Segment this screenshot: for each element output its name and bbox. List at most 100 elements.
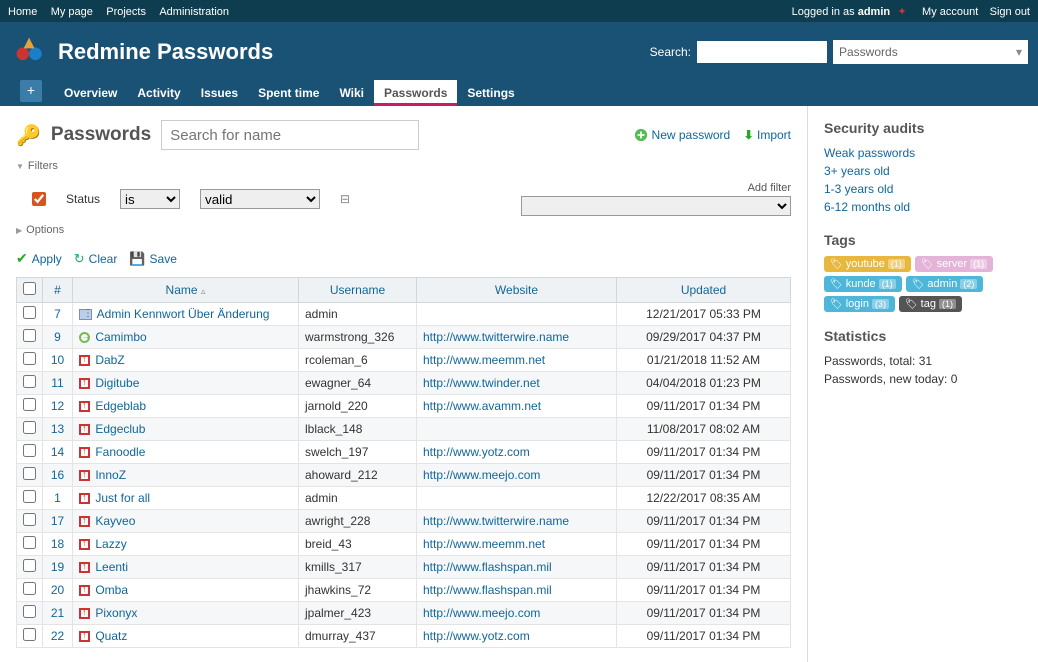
name-search-input[interactable] [161,120,419,150]
row-id-link[interactable]: 17 [51,514,64,528]
status-value-select[interactable]: valid [200,189,320,209]
apply-link[interactable]: ✔Apply [16,250,62,267]
row-checkbox[interactable] [23,536,36,549]
status-filter-checkbox[interactable] [32,192,46,206]
row-id-link[interactable]: 19 [51,560,64,574]
row-name-link[interactable]: DabZ [95,353,124,367]
tag-badge[interactable]: 🏷youtube (1) [824,256,911,272]
website-link[interactable]: http://www.twinder.net [423,376,540,390]
select-all-checkbox[interactable] [23,282,36,295]
filters-toggle[interactable]: ▼Filters [16,160,791,172]
nav-home[interactable]: Home [8,6,37,18]
row-id-link[interactable]: 9 [54,330,61,344]
row-checkbox[interactable] [23,329,36,342]
website-link[interactable]: http://www.yotz.com [423,629,530,643]
tab-spent[interactable]: Spent time [248,80,329,106]
tag-badge[interactable]: 🏷tag (1) [899,296,962,312]
tab-overview[interactable]: Overview [54,80,127,106]
row-name-link[interactable]: Fanoodle [95,445,145,459]
row-id-link[interactable]: 22 [51,629,64,643]
tag-badge[interactable]: 🏷kunde (1) [824,276,902,292]
row-id-link[interactable]: 13 [51,422,64,436]
website-link[interactable]: http://www.twitterwire.name [423,514,569,528]
row-checkbox[interactable] [23,559,36,572]
save-link[interactable]: 💾Save [129,251,177,267]
row-name-link[interactable]: Digitube [95,376,139,390]
row-checkbox[interactable] [23,375,36,388]
row-checkbox[interactable] [23,628,36,641]
row-id-link[interactable]: 11 [51,376,63,390]
website-link[interactable]: http://www.avamm.net [423,399,541,413]
row-id-link[interactable]: 1 [54,491,61,505]
website-link[interactable]: http://www.meemm.net [423,353,545,367]
nav-sign-out[interactable]: Sign out [990,6,1030,18]
audit-link[interactable]: 6-12 months old [824,198,1022,216]
tab-passwords[interactable]: Passwords [374,80,457,106]
row-id-link[interactable]: 12 [51,399,64,413]
tab-settings[interactable]: Settings [457,80,524,106]
row-name-link[interactable]: Pixonyx [95,606,137,620]
row-id-link[interactable]: 18 [51,537,64,551]
row-name-link[interactable]: Quatz [95,629,127,643]
row-checkbox[interactable] [23,467,36,480]
row-checkbox[interactable] [23,352,36,365]
tab-issues[interactable]: Issues [191,80,248,106]
tag-badge[interactable]: 🏷server (1) [915,256,993,272]
website-link[interactable]: http://www.twitterwire.name [423,330,569,344]
row-name-link[interactable]: Kayveo [95,514,135,528]
row-checkbox[interactable] [23,444,36,457]
nav-mypage[interactable]: My page [51,6,93,18]
options-toggle[interactable]: ▶Options [16,224,791,236]
audit-link[interactable]: 3+ years old [824,162,1022,180]
row-name-link[interactable]: Lazzy [95,537,126,551]
clear-link[interactable]: ↻Clear [74,251,118,267]
row-name-link[interactable]: Camimbo [95,330,146,344]
row-name-link[interactable]: InnoZ [95,468,126,482]
row-checkbox[interactable] [23,582,36,595]
website-link[interactable]: http://www.flashspan.mil [423,583,552,597]
row-name-link[interactable]: Leenti [95,560,128,574]
row-name-link[interactable]: Just for all [95,491,150,505]
remove-filter-icon[interactable]: ⊟ [340,192,350,206]
website-link[interactable]: http://www.meejo.com [423,606,540,620]
website-link[interactable]: http://www.flashspan.mil [423,560,552,574]
nav-my-account[interactable]: My account [922,6,978,18]
row-id-link[interactable]: 20 [51,583,64,597]
website-link[interactable]: http://www.meejo.com [423,468,540,482]
website-link[interactable]: http://www.meemm.net [423,537,545,551]
nav-admin[interactable]: Administration [159,6,229,18]
row-checkbox[interactable] [23,398,36,411]
row-name-link[interactable]: Edgeclub [95,422,145,436]
tab-activity[interactable]: Activity [127,80,190,106]
new-password-link[interactable]: New password [634,128,733,142]
row-checkbox[interactable] [23,605,36,618]
audit-link[interactable]: Weak passwords [824,144,1022,162]
row-id-link[interactable]: 7 [54,307,61,321]
tab-wiki[interactable]: Wiki [329,80,374,106]
status-operator-select[interactable]: is [120,189,180,209]
row-id-link[interactable]: 10 [51,353,64,367]
row-checkbox[interactable] [23,421,36,434]
row-id-link[interactable]: 16 [51,468,64,482]
nav-projects[interactable]: Projects [106,6,146,18]
tag-badge[interactable]: 🏷admin (2) [906,276,984,292]
row-id-link[interactable]: 21 [51,606,64,620]
col-username[interactable]: Username [330,283,385,297]
row-name-link[interactable]: Omba [95,583,128,597]
row-checkbox[interactable] [23,306,36,319]
row-checkbox[interactable] [23,490,36,503]
row-name-link[interactable]: Edgeblab [95,399,146,413]
col-updated[interactable]: Updated [681,283,726,297]
col-name[interactable]: Name [166,283,198,297]
global-search-input[interactable] [697,41,827,63]
audit-link[interactable]: 1-3 years old [824,180,1022,198]
tag-badge[interactable]: 🏷login (3) [824,296,895,312]
col-id[interactable]: # [54,283,61,297]
row-name-link[interactable]: Admin Kennwort Über Änderung [97,307,270,321]
import-link[interactable]: ⬇ Import [744,128,791,142]
new-item-button[interactable]: + [20,80,42,102]
row-checkbox[interactable] [23,513,36,526]
col-website[interactable]: Website [495,283,538,297]
project-jump-select[interactable]: Passwords ▾ [833,40,1028,64]
row-id-link[interactable]: 14 [51,445,64,459]
